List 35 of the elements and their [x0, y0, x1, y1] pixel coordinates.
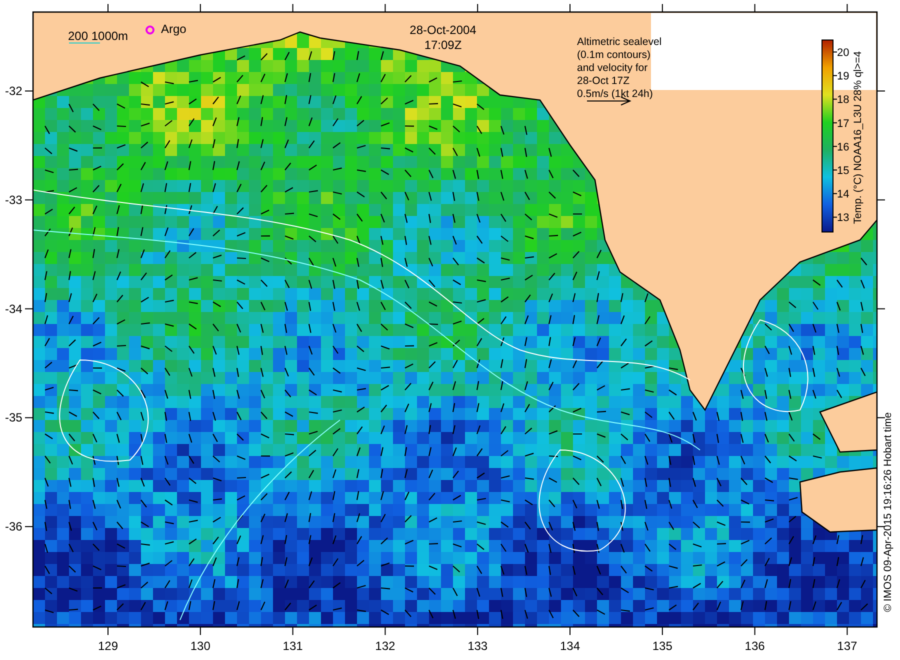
colorbar-tick-label: 20 [837, 47, 850, 59]
axis-label: 131 [282, 639, 303, 653]
map-date: 28-Oct-2004 [410, 23, 476, 37]
axis-label: -33 [5, 192, 22, 207]
scale-label: 200 1000m [68, 29, 128, 43]
argo-label: Argo [161, 22, 186, 36]
colorbar-tick-label: 17 [837, 118, 850, 130]
axis-label: -36 [5, 520, 22, 534]
colorbar-tick-label: 18 [837, 94, 850, 106]
axis-label: 135 [652, 639, 672, 653]
map-time: 17:09Z [424, 38, 462, 52]
colorbar-tick-label: 13 [837, 212, 850, 224]
colorbar-tick-label: 15 [837, 165, 850, 177]
legend-text: Altimetric sealevel [577, 36, 662, 48]
legend-text: 28-Oct 17Z [577, 75, 630, 87]
axis-label: -35 [5, 410, 22, 425]
colorbar-tick-label: 19 [837, 70, 850, 83]
axis-label: 129 [98, 639, 118, 653]
legend-text: (0.1m contours) [577, 49, 651, 61]
argo-marker-icon [146, 26, 154, 34]
legend-text: 0.5m/s (1kt 24h) [577, 88, 653, 100]
legend-text: and velocity for [577, 62, 648, 74]
colorbar-tick-label: 16 [837, 141, 850, 154]
axis-label: 134 [560, 639, 580, 653]
axis-label: 132 [375, 639, 396, 653]
colorbar-tick-label: 14 [837, 188, 850, 201]
axis-label: 133 [468, 639, 488, 653]
colorbar-title: Temp. (°C) NOAA16_L3U 28% ql>=4 [852, 51, 864, 224]
axis-label: 137 [837, 639, 858, 653]
axis-label: 136 [744, 639, 765, 653]
axis-label: -32 [5, 84, 22, 98]
credit-text: © IMOS 09-Apr-2015 19:16:26 Hobart time [882, 412, 894, 612]
scale-line [68, 42, 100, 44]
axis-label: 130 [190, 639, 210, 653]
axis-label: -34 [5, 302, 22, 316]
